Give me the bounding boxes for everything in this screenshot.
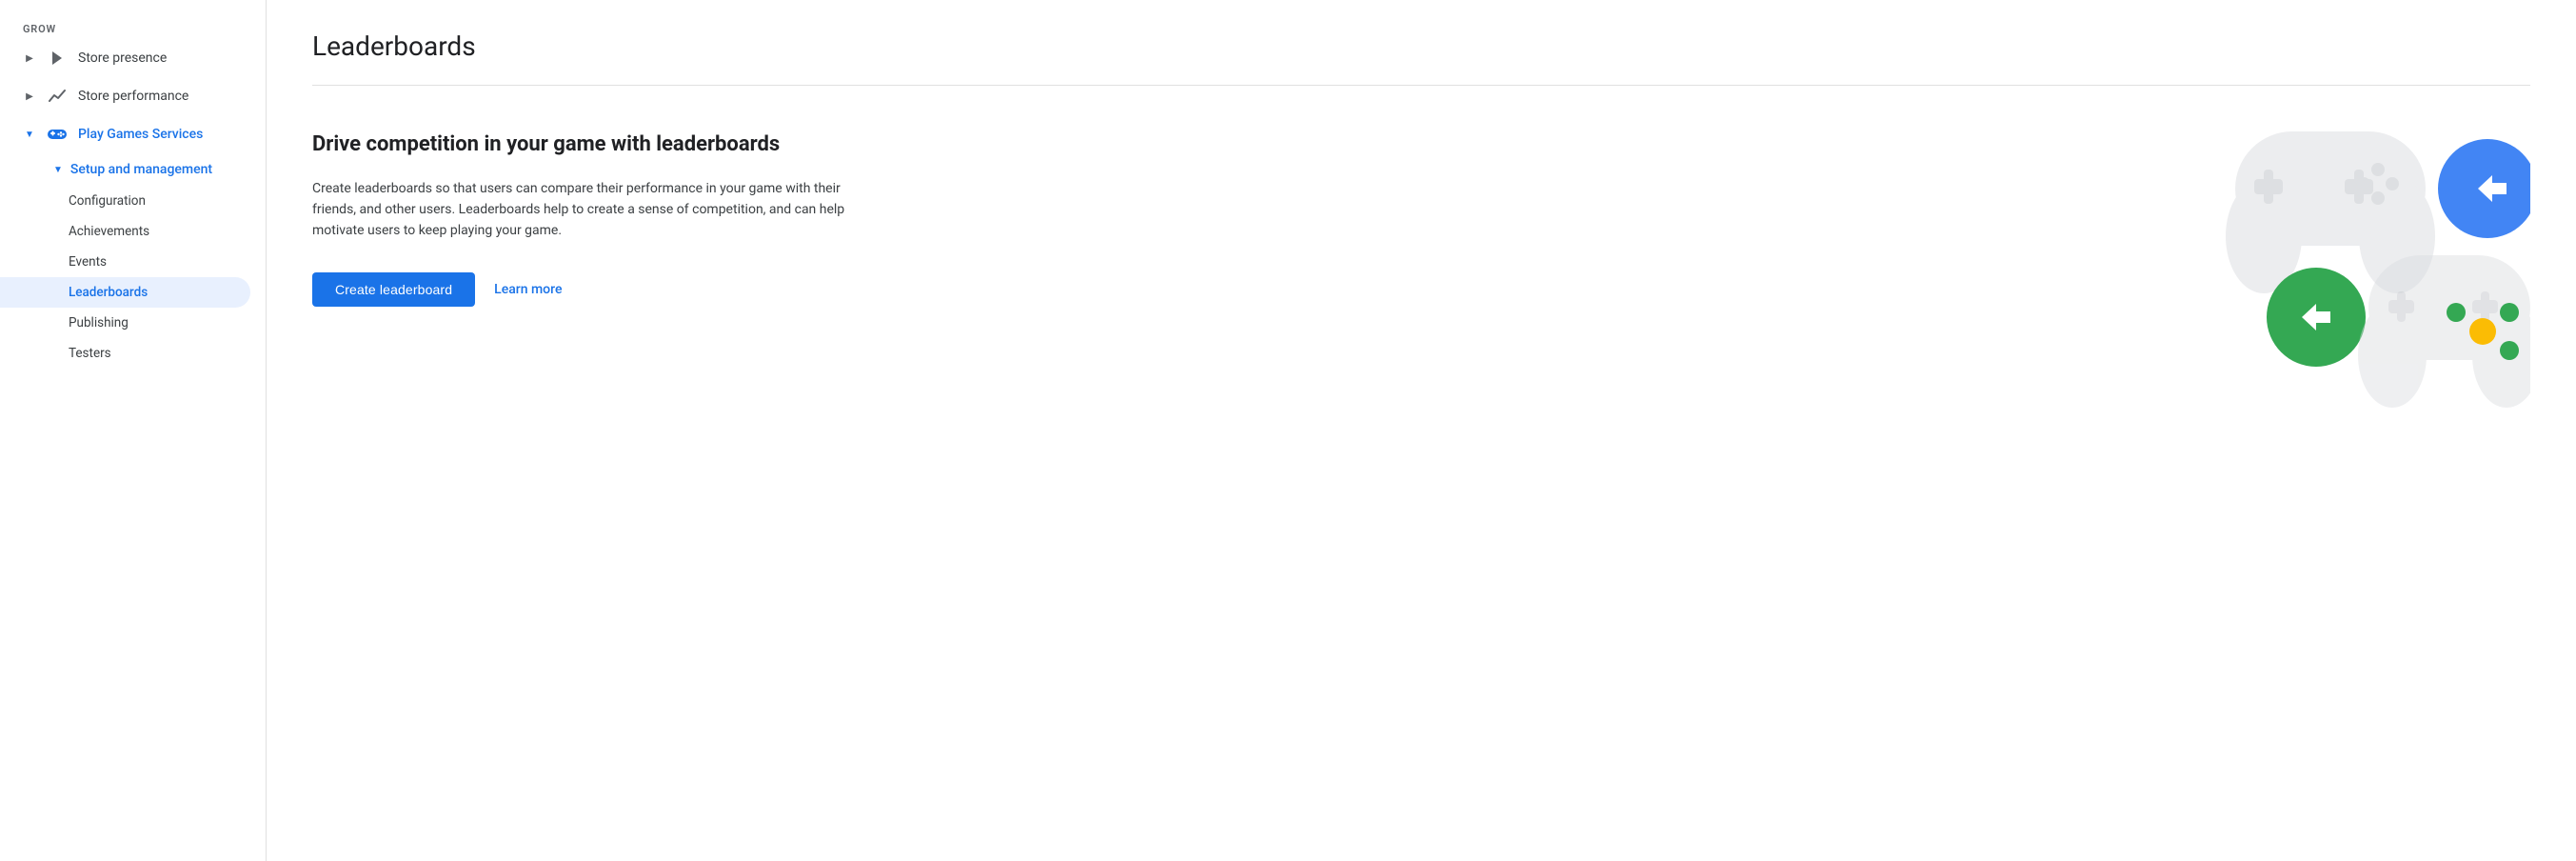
content-description: Create leaderboards so that users can co…: [312, 178, 883, 242]
sidebar-subsubitem-label: Events: [69, 254, 107, 270]
sidebar-subsubitem-label: Achievements: [69, 224, 149, 239]
leaderboards-illustration: [2207, 112, 2530, 417]
sidebar-item-leaderboards[interactable]: Leaderboards: [0, 277, 250, 308]
sidebar-item-store-performance[interactable]: ▶ Store performance: [0, 77, 250, 115]
sidebar-item-label: Play Games Services: [78, 127, 203, 142]
play-icon: [48, 49, 67, 68]
sidebar-item-label: Store performance: [78, 89, 188, 104]
sidebar-item-configuration[interactable]: Configuration: [0, 186, 250, 216]
action-buttons: Create leaderboard Learn more: [312, 272, 883, 307]
content-text-block: Drive competition in your game with lead…: [312, 131, 883, 307]
sidebar-subsubitem-label: Leaderboards: [69, 285, 148, 300]
sidebar-subsubitem-label: Publishing: [69, 315, 129, 330]
sidebar-subsubitem-label: Testers: [69, 346, 111, 361]
main-content: Leaderboards Drive competition in your g…: [267, 0, 2576, 861]
content-heading: Drive competition in your game with lead…: [312, 131, 883, 159]
sidebar-item-store-presence[interactable]: ▶ Store presence: [0, 39, 250, 77]
sidebar-subitem-label: Setup and management: [70, 162, 212, 177]
chevron-right-icon: ▶: [23, 53, 36, 64]
sidebar: Grow ▶ Store presence ▶ Store performanc…: [0, 0, 267, 861]
chevron-right-icon: ▶: [23, 91, 36, 102]
sidebar-section-label: Grow: [0, 15, 266, 39]
sidebar-item-events[interactable]: Events: [0, 247, 250, 277]
learn-more-link[interactable]: Learn more: [494, 282, 562, 297]
sidebar-item-publishing[interactable]: Publishing: [0, 308, 250, 338]
sidebar-item-testers[interactable]: Testers: [0, 338, 250, 369]
chevron-down-icon: ▼: [23, 130, 36, 140]
sidebar-item-label: Store presence: [78, 50, 167, 66]
chart-icon: [48, 87, 67, 106]
sidebar-subsubitem-label: Configuration: [69, 193, 146, 209]
sidebar-item-achievements[interactable]: Achievements: [0, 216, 250, 247]
page-title: Leaderboards: [312, 30, 2530, 62]
content-area: Drive competition in your game with lead…: [312, 131, 2530, 417]
sidebar-item-setup-management[interactable]: ▼ Setup and management: [0, 153, 250, 186]
sidebar-item-play-games-services[interactable]: ▼ Play Games Services: [0, 115, 250, 153]
divider: [312, 85, 2530, 86]
gamepad-icon: [48, 125, 67, 144]
create-leaderboard-button[interactable]: Create leaderboard: [312, 272, 475, 307]
chevron-down-small-icon: ▼: [53, 165, 63, 175]
